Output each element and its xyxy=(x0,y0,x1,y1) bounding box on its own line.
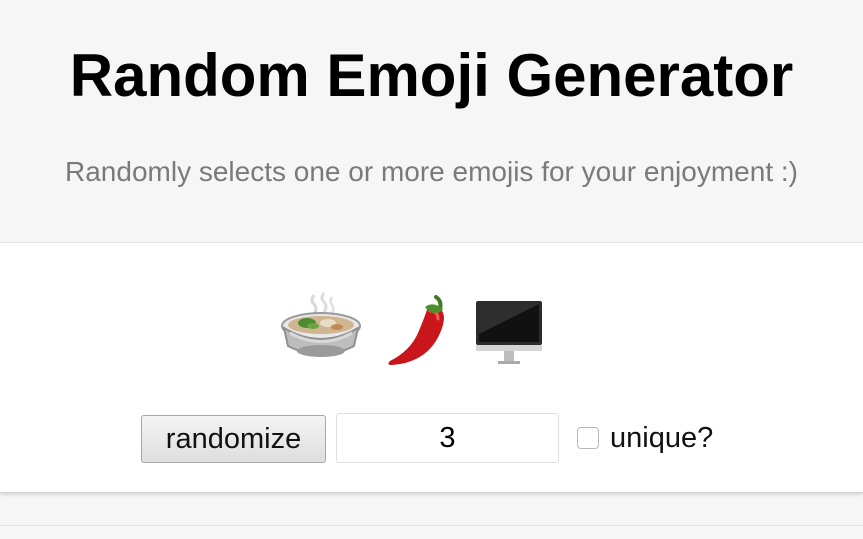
unique-label: unique? xyxy=(610,422,714,454)
hot-pepper-icon xyxy=(378,289,460,369)
emoji-count-input[interactable] xyxy=(336,413,559,463)
unique-checkbox[interactable] xyxy=(577,427,599,449)
emoji-output xyxy=(280,289,560,369)
page-title: Random Emoji Generator xyxy=(69,42,794,109)
randomize-button[interactable]: randomize xyxy=(141,415,326,463)
controls-row: randomize unique? xyxy=(140,413,740,465)
page-footer xyxy=(0,525,863,539)
desktop-computer-icon xyxy=(468,289,550,369)
page-subtitle: Randomly selects one or more emojis for … xyxy=(65,156,798,187)
stew-bowl-icon xyxy=(280,289,362,369)
page-header: Random Emoji Generator Randomly selects … xyxy=(0,0,863,242)
generator-card: randomize unique? xyxy=(0,242,863,493)
